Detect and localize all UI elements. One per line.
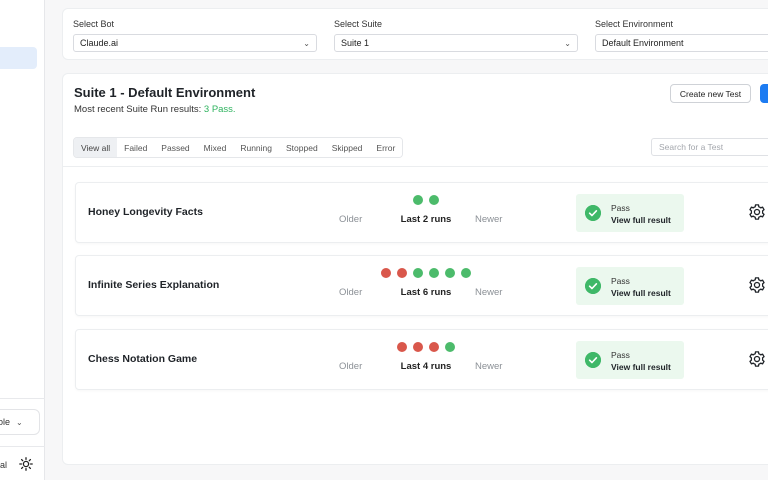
result-badge[interactable]: Pass View full result	[576, 341, 684, 379]
run-history	[356, 268, 496, 278]
test-card[interactable]: Infinite Series Explanation Older Last 6…	[75, 255, 768, 316]
runs-label: Last 4 runs	[400, 361, 452, 372]
sidebar-divider	[0, 398, 45, 399]
view-full-result-link[interactable]: View full result	[611, 215, 671, 225]
org-select-label: ole	[0, 417, 11, 427]
chevron-down-icon: ⌄	[564, 38, 571, 48]
newer-label[interactable]: Newer	[475, 361, 502, 372]
user-label: al	[0, 460, 8, 470]
chevron-down-icon: ⌄	[16, 417, 23, 427]
environment-select-label: Select Environment	[595, 19, 674, 29]
older-label[interactable]: Older	[339, 287, 362, 298]
suite-selector: Select Suite Suite 1 ⌄	[334, 19, 578, 52]
suite-select-value: Suite 1	[341, 38, 370, 48]
user-row: al	[0, 456, 45, 474]
gear-icon[interactable]	[748, 350, 766, 368]
run-status-dot	[413, 268, 423, 278]
view-full-result-link[interactable]: View full result	[611, 362, 671, 372]
result-status: Pass	[611, 350, 630, 360]
run-status-dot	[461, 268, 471, 278]
suite-summary-prefix: Most recent Suite Run results:	[74, 104, 202, 115]
run-status-dot	[429, 268, 439, 278]
gear-icon[interactable]	[748, 276, 766, 294]
primary-action-button[interactable]	[760, 84, 768, 103]
filter-tab[interactable]: Skipped	[324, 138, 370, 157]
sun-icon[interactable]	[19, 457, 33, 471]
run-status-dot	[429, 195, 439, 205]
runs-label: Last 6 runs	[400, 287, 452, 298]
environment-select-value: Default Environment	[602, 38, 684, 48]
bot-select-label: Select Bot	[73, 19, 115, 29]
suite-select-label: Select Suite	[334, 19, 383, 29]
suite-select[interactable]: Suite 1 ⌄	[334, 34, 578, 52]
test-name: Honey Longevity Facts	[88, 206, 203, 218]
run-status-dot	[429, 342, 439, 352]
run-status-dot	[413, 195, 423, 205]
check-circle-icon	[585, 352, 601, 368]
newer-label[interactable]: Newer	[475, 287, 502, 298]
result-badge[interactable]: Pass View full result	[576, 267, 684, 305]
sidebar-divider	[0, 446, 45, 447]
run-status-dot	[397, 268, 407, 278]
run-status-dot	[445, 268, 455, 278]
test-name: Chess Notation Game	[88, 353, 198, 365]
org-select[interactable]: ole ⌄	[0, 409, 40, 435]
check-circle-icon	[585, 205, 601, 221]
test-name: Infinite Series Explanation	[88, 279, 220, 291]
gear-icon[interactable]	[748, 203, 766, 221]
run-history	[356, 342, 496, 352]
divider	[63, 166, 768, 167]
result-status: Pass	[611, 276, 630, 286]
filter-tab[interactable]: Running	[233, 138, 280, 157]
bot-select-value: Claude.ai	[80, 38, 119, 48]
sidebar-active-item[interactable]	[0, 47, 37, 69]
result-status: Pass	[611, 203, 630, 213]
filter-tab[interactable]: Failed	[117, 138, 155, 157]
run-status-dot	[413, 342, 423, 352]
sidebar: ole ⌄ al	[0, 0, 45, 480]
chevron-down-icon: ⌄	[303, 38, 310, 48]
test-card[interactable]: Chess Notation Game Older Last 4 runs Ne…	[75, 329, 768, 390]
check-circle-icon	[585, 278, 601, 294]
result-badge[interactable]: Pass View full result	[576, 194, 684, 232]
filter-tab[interactable]: Error	[369, 138, 403, 157]
run-history	[356, 195, 496, 205]
view-full-result-link[interactable]: View full result	[611, 288, 671, 298]
older-label[interactable]: Older	[339, 214, 362, 225]
run-status-dot	[381, 268, 391, 278]
create-test-button[interactable]: Create new Test	[670, 84, 751, 103]
filter-tab[interactable]: Passed	[154, 138, 197, 157]
suite-panel: Suite 1 - Default Environment Most recen…	[62, 73, 768, 465]
filter-tabs: View all Failed Passed Mixed Running Stopped S…	[73, 137, 404, 158]
older-label[interactable]: Older	[339, 361, 362, 372]
runs-label: Last 2 runs	[400, 214, 452, 225]
test-card[interactable]: Honey Longevity Facts Older Last 2 runs …	[75, 182, 768, 243]
search-input[interactable]: Search for a Test	[651, 138, 768, 156]
bot-select[interactable]: Claude.ai ⌄	[73, 34, 317, 52]
suite-summary: Most recent Suite Run results: 3 Pass.	[74, 104, 236, 115]
bot-selector: Select Bot Claude.ai ⌄	[73, 19, 317, 52]
filter-tab[interactable]: Mixed	[196, 138, 234, 157]
suite-summary-pass: 3 Pass.	[203, 104, 236, 115]
newer-label[interactable]: Newer	[475, 214, 502, 225]
filter-tab[interactable]: View all	[74, 138, 118, 157]
page-title: Suite 1 - Default Environment	[74, 85, 256, 100]
filter-tab[interactable]: Stopped	[279, 138, 325, 157]
run-status-dot	[445, 342, 455, 352]
run-status-dot	[397, 342, 407, 352]
environment-selector: Select Environment Default Environment	[595, 19, 768, 52]
selectors-panel: Select Bot Claude.ai ⌄ Select Suite Suit…	[62, 8, 768, 60]
environment-select[interactable]: Default Environment	[595, 34, 768, 52]
